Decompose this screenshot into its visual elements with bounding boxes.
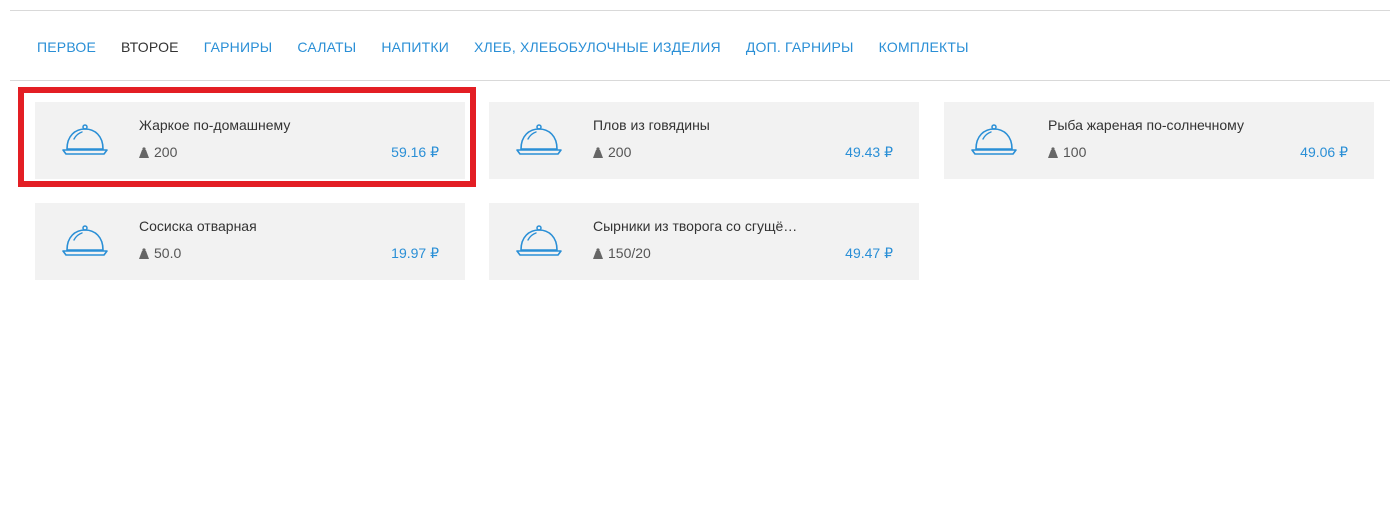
dish-weight: 50.0 bbox=[139, 244, 181, 262]
cloche-icon bbox=[62, 225, 108, 256]
dish-price: 49.06 ₽ bbox=[1300, 144, 1348, 160]
dish-weight-value: 50.0 bbox=[154, 245, 182, 261]
top-divider bbox=[10, 10, 1390, 11]
weight-icon bbox=[1048, 146, 1058, 158]
tab-salaty[interactable]: САЛАТЫ bbox=[297, 37, 356, 57]
dish-name: Жаркое по-домашнему bbox=[139, 117, 291, 133]
tab-pervoe[interactable]: ПЕРВОЕ bbox=[37, 37, 96, 57]
dish-name: Сырники из творога со сгущённым молоком bbox=[593, 218, 798, 234]
weight-icon bbox=[593, 146, 603, 158]
dish-weight-value: 150/20 bbox=[608, 245, 651, 261]
cloche-icon bbox=[971, 124, 1017, 155]
cloche-icon bbox=[516, 124, 562, 155]
dish-weight: 200 bbox=[139, 143, 177, 161]
dish-name: Рыба жареная по-солнечному bbox=[1048, 117, 1244, 133]
menu-page: ПЕРВОЕ ВТОРОЕ ГАРНИРЫ САЛАТЫ НАПИТКИ ХЛЕ… bbox=[0, 0, 1390, 515]
dish-weight: 150/20 bbox=[593, 244, 651, 262]
dish-card[interactable]: Рыба жареная по-солнечному 100 49.06 ₽ bbox=[944, 102, 1374, 179]
dish-weight: 200 bbox=[593, 143, 631, 161]
dish-weight-value: 200 bbox=[154, 144, 178, 160]
cloche-icon bbox=[62, 124, 108, 155]
tab-komplekty[interactable]: КОМПЛЕКТЫ bbox=[879, 37, 969, 57]
cloche-icon bbox=[516, 225, 562, 256]
dish-price: 19.97 ₽ bbox=[391, 245, 439, 261]
nav-divider bbox=[10, 80, 1390, 81]
dish-card[interactable]: Сосиска отварная 50.0 19.97 ₽ bbox=[35, 203, 465, 280]
dish-name: Плов из говядины bbox=[593, 117, 710, 133]
tab-napitki[interactable]: НАПИТКИ bbox=[381, 37, 449, 57]
dish-name: Сосиска отварная bbox=[139, 218, 257, 234]
tab-dop-garniry[interactable]: ДОП. ГАРНИРЫ bbox=[746, 37, 854, 57]
category-nav: ПЕРВОЕ ВТОРОЕ ГАРНИРЫ САЛАТЫ НАПИТКИ ХЛЕ… bbox=[37, 37, 994, 57]
weight-icon bbox=[593, 247, 603, 259]
dish-price: 49.43 ₽ bbox=[845, 144, 893, 160]
dish-price: 59.16 ₽ bbox=[391, 144, 439, 160]
tab-vtoroe[interactable]: ВТОРОЕ bbox=[121, 37, 179, 57]
weight-icon bbox=[139, 146, 149, 158]
tab-hleb[interactable]: ХЛЕБ, ХЛЕБОБУЛОЧНЫЕ ИЗДЕЛИЯ bbox=[474, 37, 721, 57]
dish-weight: 100 bbox=[1048, 143, 1086, 161]
dish-card[interactable]: Жаркое по-домашнему 200 59.16 ₽ bbox=[35, 102, 465, 179]
dish-weight-value: 200 bbox=[608, 144, 632, 160]
dish-card[interactable]: Сырники из творога со сгущённым молоком … bbox=[489, 203, 919, 280]
dish-weight-value: 100 bbox=[1063, 144, 1087, 160]
dish-card[interactable]: Плов из говядины 200 49.43 ₽ bbox=[489, 102, 919, 179]
dish-price: 49.47 ₽ bbox=[845, 245, 893, 261]
tab-garniry[interactable]: ГАРНИРЫ bbox=[204, 37, 273, 57]
weight-icon bbox=[139, 247, 149, 259]
